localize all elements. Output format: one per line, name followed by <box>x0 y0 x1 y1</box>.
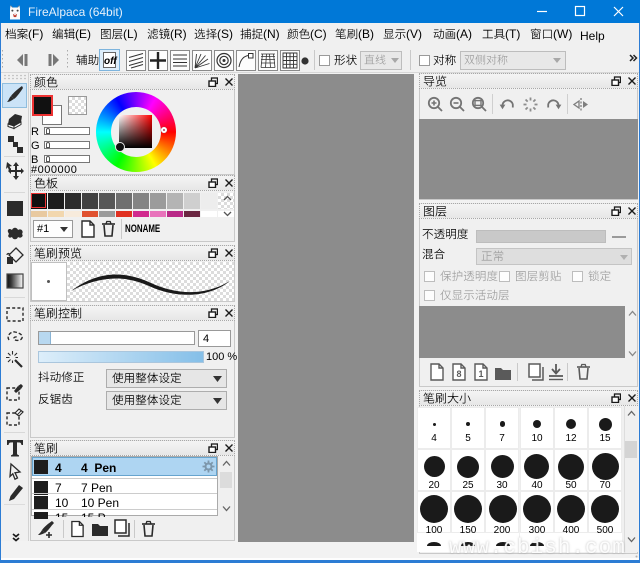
svg-text:1: 1 <box>478 369 483 379</box>
svg-text:8: 8 <box>456 369 461 379</box>
